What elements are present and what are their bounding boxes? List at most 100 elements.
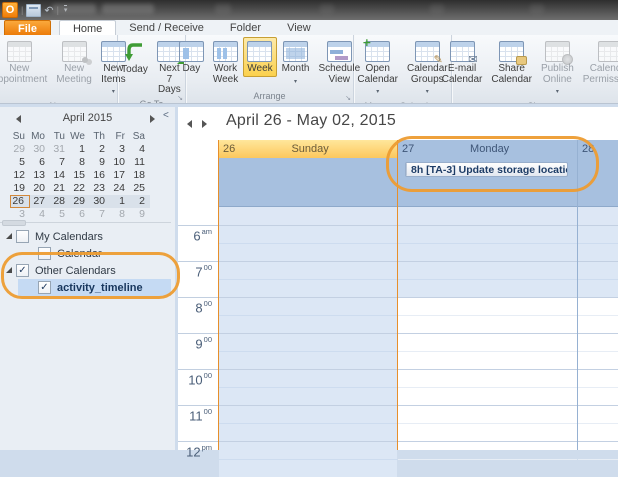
previous-week-arrow-icon[interactable]	[187, 120, 192, 128]
mini-calendar-date[interactable]: 20	[30, 182, 50, 195]
hour-slot[interactable]	[398, 333, 577, 369]
all-day-event[interactable]: 8h [TA-3] Update storage location	[405, 162, 568, 177]
calendar-list-item-my-calendars[interactable]: My Calendars	[0, 228, 175, 245]
hour-slot[interactable]	[219, 261, 397, 297]
outlook-logo-icon[interactable]: O	[2, 2, 18, 18]
publish-online-button[interactable]: Publish Online▾	[537, 37, 578, 100]
hour-slot[interactable]	[398, 441, 577, 477]
hour-slot[interactable]	[398, 369, 577, 405]
calendar-list-item-activity-timeline[interactable]: ✓ activity_timeline	[0, 279, 175, 296]
mini-calendar-date[interactable]: 14	[50, 169, 70, 182]
mini-calendar-date[interactable]: 5	[50, 208, 70, 221]
mini-calendar-date[interactable]: 13	[30, 169, 50, 182]
mini-calendar-date[interactable]: 8	[70, 156, 90, 169]
day-header-26[interactable]: 26Sunday	[219, 140, 397, 158]
week-button[interactable]: Week	[243, 37, 276, 77]
day-header-27[interactable]: 27Monday	[398, 140, 577, 158]
mini-calendar-date[interactable]: 15	[70, 169, 90, 182]
mini-calendar-date[interactable]: 4	[30, 208, 50, 221]
hour-slot[interactable]	[398, 405, 577, 441]
hour-slot[interactable]	[578, 369, 618, 405]
mini-calendar-date[interactable]: 3	[110, 143, 130, 156]
new-meeting-button[interactable]: New Meeting	[52, 37, 96, 87]
hour-slot[interactable]	[578, 297, 618, 333]
next-month-arrow-icon[interactable]	[150, 115, 155, 123]
tree-expander-icon[interactable]	[6, 267, 12, 273]
hour-slot[interactable]	[398, 297, 577, 333]
calendar-list-item-other-calendars[interactable]: ✓ Other Calendars	[0, 262, 175, 279]
mini-calendar-date[interactable]: 21	[50, 182, 70, 195]
mini-calendar-date[interactable]: 30	[30, 143, 50, 156]
mini-calendar-date[interactable]: 11	[130, 156, 150, 169]
day-button[interactable]: Day	[175, 37, 208, 77]
mini-calendar-date[interactable]: 17	[110, 169, 130, 182]
mini-calendar-date[interactable]: 7	[50, 156, 70, 169]
mini-calendar-date[interactable]: 25	[130, 182, 150, 195]
all-day-area[interactable]: 8h [TA-3] Update storage location	[398, 158, 577, 206]
calendar-checkbox[interactable]	[38, 247, 51, 260]
mini-calendar-date[interactable]: 6	[70, 208, 90, 221]
mini-calendar-date[interactable]: 30	[90, 195, 110, 208]
calendar-list-item-calendar[interactable]: Calendar	[0, 245, 175, 262]
previous-month-arrow-icon[interactable]	[16, 115, 21, 123]
mini-calendar-date[interactable]: 9	[130, 208, 150, 221]
mini-calendar-date[interactable]: 4	[130, 143, 150, 156]
calendar-permissions-button[interactable]: Calendar Permissions	[579, 37, 618, 87]
hour-slot[interactable]	[219, 297, 397, 333]
mini-calendar-date[interactable]: 22	[70, 182, 90, 195]
dialog-launcher-icon[interactable]: ↘	[345, 94, 351, 102]
half-hour-slot[interactable]	[398, 206, 577, 225]
mini-calendar-date[interactable]: 29	[70, 195, 90, 208]
hour-slot[interactable]	[219, 333, 397, 369]
ribbon-tab-send-receive[interactable]: Send / Receive	[116, 20, 217, 35]
ribbon-tab-view[interactable]: View	[274, 20, 324, 35]
all-day-area[interactable]	[219, 158, 397, 206]
collapse-pane-chevron[interactable]: <	[163, 110, 169, 121]
hour-slot[interactable]	[219, 225, 397, 261]
hour-slot[interactable]	[578, 405, 618, 441]
send-receive-qat-icon[interactable]	[26, 4, 41, 17]
ribbon-tab-home[interactable]: Home	[59, 20, 116, 35]
mini-calendar-date[interactable]: 27	[30, 195, 50, 208]
work-week-button[interactable]: Work Week	[209, 37, 242, 87]
new-appointment-button[interactable]: New Appointment	[0, 37, 51, 87]
hour-slot[interactable]	[219, 405, 397, 441]
hour-slot[interactable]	[578, 333, 618, 369]
mini-calendar-date[interactable]: 12	[10, 169, 30, 182]
dialog-launcher-icon[interactable]: ↘	[177, 94, 183, 102]
half-hour-slot[interactable]	[219, 206, 397, 225]
hour-slot[interactable]	[578, 225, 618, 261]
half-hour-slot[interactable]	[578, 206, 618, 225]
mini-calendar-date[interactable]: 16	[90, 169, 110, 182]
ribbon-tab-file[interactable]: File	[4, 20, 51, 35]
mini-calendar-date[interactable]: 5	[10, 156, 30, 169]
calendar-label[interactable]: Other Calendars	[35, 265, 116, 277]
mini-calendar-date[interactable]: 6	[30, 156, 50, 169]
hour-slot[interactable]	[219, 441, 397, 477]
e-mail-calendar-button[interactable]: ✉E-mail Calendar	[438, 37, 487, 87]
hour-slot[interactable]	[398, 261, 577, 297]
mini-calendar-date[interactable]: 1	[70, 143, 90, 156]
calendar-checkbox-checked[interactable]: ✓	[38, 281, 51, 294]
mini-calendar-date[interactable]: 31	[50, 143, 70, 156]
mini-calendar-date[interactable]: 2	[130, 195, 150, 208]
mini-calendar-date[interactable]: 26	[10, 195, 30, 208]
calendar-checkbox-checked[interactable]: ✓	[16, 264, 29, 277]
mini-calendar-date[interactable]: 8	[110, 208, 130, 221]
mini-calendar-date[interactable]: 7	[90, 208, 110, 221]
mini-calendar-date[interactable]: 29	[10, 143, 30, 156]
all-day-area[interactable]	[578, 158, 618, 206]
hour-slot[interactable]	[219, 369, 397, 405]
hour-slot[interactable]	[578, 441, 618, 477]
calendar-label[interactable]: Calendar	[57, 248, 102, 260]
hour-slot[interactable]	[578, 261, 618, 297]
open-calendar-button[interactable]: +Open Calendar▾	[353, 37, 402, 100]
share-calendar-button[interactable]: Share Calendar	[487, 37, 536, 87]
splitter-grip[interactable]	[2, 220, 26, 226]
mini-calendar-date[interactable]: 23	[90, 182, 110, 195]
calendar-label[interactable]: My Calendars	[35, 231, 103, 243]
mini-calendar-date[interactable]: 1	[110, 195, 130, 208]
calendar-label[interactable]: activity_timeline	[57, 282, 143, 294]
tree-expander-icon[interactable]	[6, 233, 12, 239]
ribbon-tab-folder[interactable]: Folder	[217, 20, 274, 35]
